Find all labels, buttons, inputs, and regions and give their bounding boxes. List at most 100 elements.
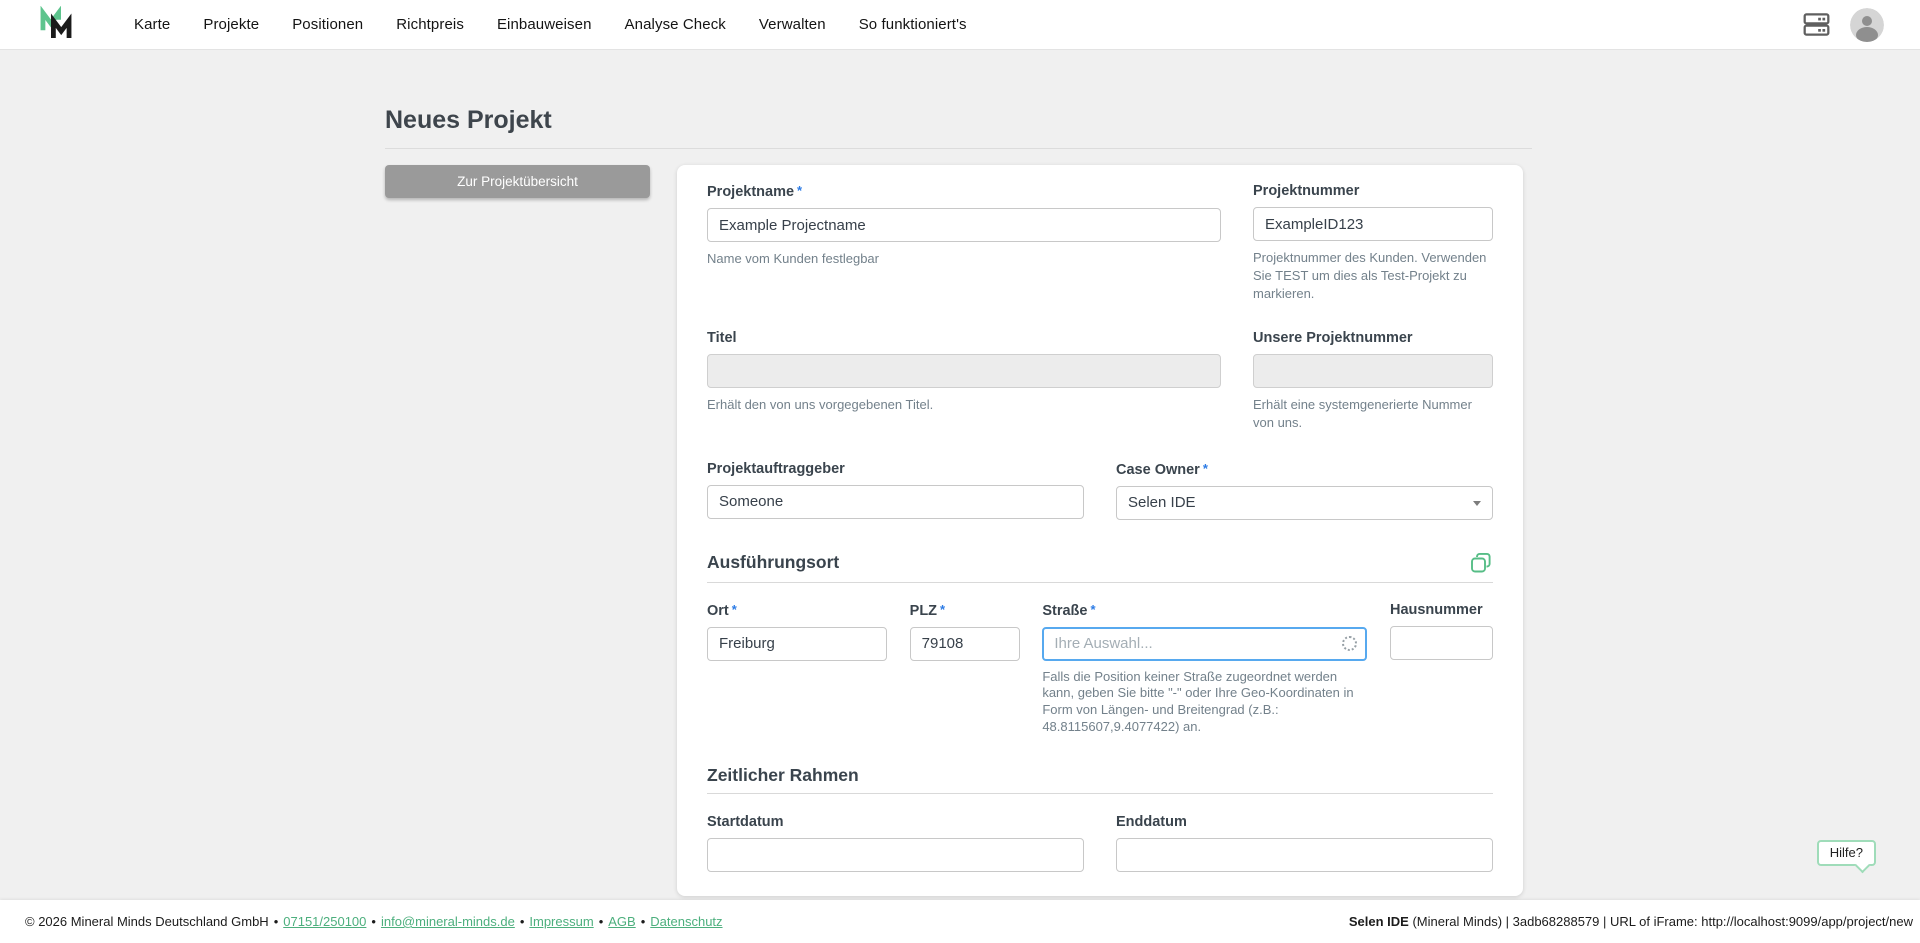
nav-item-einbauweisen[interactable]: Einbauweisen xyxy=(497,16,592,33)
footer-separator: • xyxy=(641,914,646,929)
unsere-projektnummer-helper: Erhält eine systemgenerierte Nummer von … xyxy=(1253,396,1493,432)
section-ausfuehrungsort: Ausführungsort xyxy=(707,551,1493,583)
nav-item-verwalten[interactable]: Verwalten xyxy=(759,16,826,33)
projektname-input[interactable] xyxy=(707,208,1221,242)
projektnummer-helper: Projektnummer des Kunden. Verwenden Sie … xyxy=(1253,249,1493,303)
footer-left: © 2026 Mineral Minds Deutschland GmbH • … xyxy=(25,914,723,929)
nav-item-positionen[interactable]: Positionen xyxy=(292,16,363,33)
field-projektnummer: Projektnummer Projektnummer des Kunden. … xyxy=(1253,182,1493,303)
footer-link-phone[interactable]: 07151/250100 xyxy=(283,914,366,929)
nav-item-karte[interactable]: Karte xyxy=(134,16,170,33)
field-unsere-projektnummer: Unsere Projektnummer Erhält eine systemg… xyxy=(1253,329,1493,432)
titel-helper: Erhält den von uns vorgegebenen Titel. xyxy=(707,396,1221,414)
projektnummer-label: Projektnummer xyxy=(1253,182,1493,201)
field-startdatum: Startdatum xyxy=(707,813,1084,872)
new-project-form-card: Projektname* Name vom Kunden festlegbar … xyxy=(677,165,1523,896)
footer-separator: • xyxy=(520,914,525,929)
plz-label: PLZ* xyxy=(910,601,1020,621)
strasse-helper-main: Falls die Position keiner Straße zugeord… xyxy=(1042,669,1353,717)
projektauftraggeber-label: Projektauftraggeber xyxy=(707,460,1084,479)
top-navigation: Karte Projekte Positionen Richtpreis Ein… xyxy=(0,0,1920,50)
required-marker: * xyxy=(1090,602,1095,617)
case-owner-label: Case Owner* xyxy=(1116,460,1493,480)
nav-item-so-funktionierts[interactable]: So funktioniert's xyxy=(859,16,967,33)
server-icon-glyph xyxy=(1803,11,1830,38)
field-hausnummer: Hausnummer xyxy=(1390,601,1493,661)
case-owner-label-text: Case Owner xyxy=(1116,462,1200,478)
startdatum-label: Startdatum xyxy=(707,813,1084,832)
avatar-icon xyxy=(1850,8,1884,42)
copy-location-button[interactable] xyxy=(1469,551,1493,575)
footer-separator: • xyxy=(599,914,604,929)
field-enddatum: Enddatum xyxy=(1116,813,1493,872)
footer-user: Selen IDE xyxy=(1349,914,1409,929)
strasse-label: Straße* xyxy=(1042,601,1367,621)
user-avatar[interactable] xyxy=(1850,8,1884,42)
required-marker: * xyxy=(732,602,737,617)
project-overview-button[interactable]: Zur Projektübersicht xyxy=(385,165,650,198)
strasse-helper-suffix: an. xyxy=(1179,719,1201,734)
unsere-projektnummer-input xyxy=(1253,354,1493,388)
zeitlicher-rahmen-title: Zeitlicher Rahmen xyxy=(707,765,859,786)
ort-label: Ort* xyxy=(707,601,887,621)
logo-icon xyxy=(36,6,76,44)
field-plz: PLZ* xyxy=(910,601,1020,661)
server-icon[interactable] xyxy=(1803,11,1830,38)
help-button[interactable]: Hilfe? xyxy=(1817,840,1876,866)
nav-item-projekte[interactable]: Projekte xyxy=(203,16,259,33)
field-titel: Titel Erhält den von uns vorgegebenen Ti… xyxy=(707,329,1221,432)
footer-link-email[interactable]: info@mineral-minds.de xyxy=(381,914,515,929)
titel-label: Titel xyxy=(707,329,1221,348)
projektnummer-input[interactable] xyxy=(1253,207,1493,241)
projektname-label: Projektname* xyxy=(707,182,1221,202)
projektauftraggeber-input[interactable] xyxy=(707,485,1084,519)
enddatum-input[interactable] xyxy=(1116,838,1493,872)
loading-spinner-icon xyxy=(1342,636,1357,651)
enddatum-label: Enddatum xyxy=(1116,813,1493,832)
plz-label-text: PLZ xyxy=(910,603,937,619)
title-divider xyxy=(385,148,1532,149)
required-marker: * xyxy=(940,602,945,617)
plz-input[interactable] xyxy=(910,627,1020,661)
projektname-label-text: Projektname xyxy=(707,184,794,200)
strasse-label-text: Straße xyxy=(1042,603,1087,619)
nav-item-richtpreis[interactable]: Richtpreis xyxy=(396,16,464,33)
field-projektname: Projektname* Name vom Kunden festlegbar xyxy=(707,182,1221,303)
ort-label-text: Ort xyxy=(707,603,729,619)
hausnummer-input[interactable] xyxy=(1390,626,1493,660)
nav-item-analyse-check[interactable]: Analyse Check xyxy=(625,16,726,33)
main-content: Neues Projekt Zur Projektübersicht Proje… xyxy=(385,50,1532,943)
footer-separator: • xyxy=(274,914,279,929)
projektname-helper: Name vom Kunden festlegbar xyxy=(707,250,1221,268)
unsere-projektnummer-label: Unsere Projektnummer xyxy=(1253,329,1493,348)
footer-copyright: © 2026 Mineral Minds Deutschland GmbH xyxy=(25,914,269,929)
ausfuehrungsort-title: Ausführungsort xyxy=(707,552,839,573)
field-projektauftraggeber: Projektauftraggeber xyxy=(707,460,1084,520)
footer-link-impressum[interactable]: Impressum xyxy=(529,914,593,929)
page-title: Neues Projekt xyxy=(385,105,1532,135)
field-ort: Ort* xyxy=(707,601,887,661)
footer-session-details: (Mineral Minds) | 3adb68288579 | URL of … xyxy=(1409,914,1913,929)
startdatum-input[interactable] xyxy=(707,838,1084,872)
ort-input[interactable] xyxy=(707,627,887,661)
case-owner-select[interactable]: Selen IDE xyxy=(1116,486,1493,520)
chevron-down-icon xyxy=(1473,501,1481,506)
case-owner-selected-value: Selen IDE xyxy=(1128,494,1196,511)
mineral-minds-logo[interactable] xyxy=(36,6,76,44)
field-case-owner: Case Owner* Selen IDE xyxy=(1116,460,1493,520)
strasse-helper: Falls die Position keiner Straße zugeord… xyxy=(1042,669,1367,736)
footer-separator: • xyxy=(371,914,376,929)
required-marker: * xyxy=(1203,461,1208,476)
hausnummer-label: Hausnummer xyxy=(1390,601,1493,620)
required-marker: * xyxy=(797,183,802,198)
left-column: Zur Projektübersicht xyxy=(385,165,650,198)
titel-input xyxy=(707,354,1221,388)
footer-link-agb[interactable]: AGB xyxy=(608,914,635,929)
strasse-input[interactable] xyxy=(1042,627,1367,661)
footer: © 2026 Mineral Minds Deutschland GmbH • … xyxy=(0,900,1920,943)
footer-link-datenschutz[interactable]: Datenschutz xyxy=(650,914,722,929)
section-zeitlicher-rahmen: Zeitlicher Rahmen xyxy=(707,765,1493,794)
main-menu: Karte Projekte Positionen Richtpreis Ein… xyxy=(134,16,967,33)
field-strasse: Straße* xyxy=(1042,601,1367,661)
nav-right-actions xyxy=(1803,8,1884,42)
